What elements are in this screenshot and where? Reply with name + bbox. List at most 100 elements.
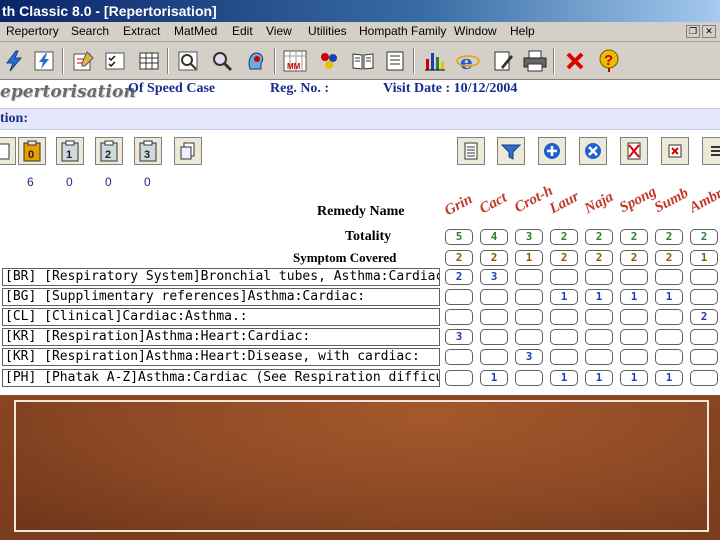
grade-cell[interactable]: 3: [480, 269, 508, 285]
remedy-column-header[interactable]: Crot-h: [512, 183, 556, 217]
grade-cell[interactable]: 1: [620, 289, 648, 305]
grade-cell[interactable]: [515, 309, 543, 325]
grade-cell[interactable]: [690, 370, 718, 386]
grade-cell[interactable]: [515, 289, 543, 305]
grade-cell[interactable]: [550, 329, 578, 345]
grade-cell[interactable]: 1: [585, 289, 613, 305]
grade-cell[interactable]: [655, 309, 683, 325]
grade-cell[interactable]: [620, 309, 648, 325]
restore-window-button[interactable]: ❐: [686, 25, 700, 38]
menu-utilities[interactable]: Utilities: [308, 24, 347, 38]
remedy-column-header[interactable]: Sumb: [652, 185, 692, 217]
grade-cell[interactable]: [480, 289, 508, 305]
grade-cell[interactable]: [550, 349, 578, 365]
rubric-row[interactable]: [PH] [Phatak A-Z]Asthma:Cardiac (See Res…: [2, 369, 440, 387]
magnify-icon[interactable]: [208, 47, 236, 75]
mm-calendar-icon[interactable]: MM: [281, 47, 309, 75]
menu-edit[interactable]: Edit: [232, 24, 253, 38]
remedy-column-header[interactable]: Grin: [442, 191, 476, 220]
grade-cell[interactable]: 1: [655, 370, 683, 386]
printer-icon[interactable]: [521, 47, 549, 75]
grade-cell[interactable]: [585, 329, 613, 345]
menu-extract[interactable]: Extract: [123, 24, 160, 38]
clipboard-3-button[interactable]: 3: [134, 137, 162, 165]
molecule-icon[interactable]: [315, 47, 343, 75]
head-icon[interactable]: [242, 47, 270, 75]
lightning-icon[interactable]: [0, 47, 28, 75]
grade-cell[interactable]: 1: [620, 370, 648, 386]
grade-cell[interactable]: 3: [515, 349, 543, 365]
notes-icon[interactable]: [381, 47, 409, 75]
grade-cell[interactable]: [690, 269, 718, 285]
grade-cell[interactable]: [690, 289, 718, 305]
grade-cell[interactable]: [690, 349, 718, 365]
grade-cell[interactable]: [550, 309, 578, 325]
grade-cell[interactable]: [585, 349, 613, 365]
grade-cell[interactable]: [480, 309, 508, 325]
menu-window[interactable]: Window: [454, 24, 497, 38]
grade-cell[interactable]: [655, 329, 683, 345]
grade-cell[interactable]: [445, 370, 473, 386]
remedy-column-header[interactable]: Ambr: [687, 186, 720, 217]
rubric-row[interactable]: [CL] [Clinical]Cardiac:Asthma.:: [2, 308, 440, 326]
grade-cell[interactable]: [620, 349, 648, 365]
search-chart-icon[interactable]: [174, 47, 202, 75]
menu-view[interactable]: View: [266, 24, 292, 38]
close-icon[interactable]: [561, 47, 589, 75]
menu-matmed[interactable]: MatMed: [174, 24, 217, 38]
bar-chart-icon[interactable]: [421, 47, 449, 75]
rubric-row[interactable]: [BR] [Respiratory System]Bronchial tubes…: [2, 268, 440, 286]
rubric-row[interactable]: [KR] [Respiration]Asthma:Heart:Disease, …: [2, 348, 440, 366]
more-tools-button[interactable]: [702, 137, 720, 165]
help-icon[interactable]: ?: [595, 47, 623, 75]
grade-cell[interactable]: 3: [445, 329, 473, 345]
delete-page-button[interactable]: [620, 137, 648, 165]
partial-button[interactable]: [0, 137, 16, 165]
grade-cell[interactable]: [515, 370, 543, 386]
grade-cell[interactable]: [445, 309, 473, 325]
grade-cell[interactable]: [585, 269, 613, 285]
grid-icon[interactable]: [135, 47, 163, 75]
clipboard-0-button[interactable]: 0: [18, 137, 46, 165]
menu-search[interactable]: Search: [71, 24, 109, 38]
grade-cell[interactable]: [620, 269, 648, 285]
rubric-row[interactable]: [KR] [Respiration]Asthma:Heart:Cardiac:: [2, 328, 440, 346]
clipboard-1-button[interactable]: 1: [56, 137, 84, 165]
grade-cell[interactable]: [480, 349, 508, 365]
lightning-doc-icon[interactable]: [30, 47, 58, 75]
menu-help[interactable]: Help: [510, 24, 535, 38]
remedy-column-header[interactable]: Cact: [477, 190, 510, 218]
grade-cell[interactable]: 1: [585, 370, 613, 386]
grade-cell[interactable]: 1: [550, 289, 578, 305]
remedy-column-header[interactable]: Naja: [582, 189, 616, 218]
add-remedy-button[interactable]: [538, 137, 566, 165]
remove-remedy-button[interactable]: [579, 137, 607, 165]
grade-cell[interactable]: [620, 329, 648, 345]
copy-button[interactable]: [174, 137, 202, 165]
rubric-row[interactable]: [BG] [Supplimentary references]Asthma:Ca…: [2, 288, 440, 306]
internet-explorer-icon[interactable]: e: [454, 47, 482, 75]
menu-hompath-family[interactable]: Hompath Family: [359, 24, 446, 38]
document-pen-icon[interactable]: [489, 47, 517, 75]
grade-cell[interactable]: [445, 289, 473, 305]
clipboard-2-button[interactable]: 2: [95, 137, 123, 165]
grade-cell[interactable]: [550, 269, 578, 285]
grade-cell[interactable]: [655, 349, 683, 365]
grade-cell[interactable]: [480, 329, 508, 345]
book-icon[interactable]: [349, 47, 377, 75]
grade-cell[interactable]: [655, 269, 683, 285]
edit-notes-icon[interactable]: [69, 47, 97, 75]
grade-cell[interactable]: 2: [690, 309, 718, 325]
grade-cell[interactable]: 1: [550, 370, 578, 386]
filter-button[interactable]: [497, 137, 525, 165]
grade-cell[interactable]: [515, 329, 543, 345]
grade-cell[interactable]: 2: [445, 269, 473, 285]
close-window-button[interactable]: ✕: [702, 25, 716, 38]
checklist-icon[interactable]: [101, 47, 129, 75]
grade-cell[interactable]: [515, 269, 543, 285]
grade-cell[interactable]: 1: [480, 370, 508, 386]
delete-button[interactable]: [661, 137, 689, 165]
grade-cell[interactable]: [690, 329, 718, 345]
menu-repertory[interactable]: Repertory: [6, 24, 59, 38]
grade-cell[interactable]: [445, 349, 473, 365]
